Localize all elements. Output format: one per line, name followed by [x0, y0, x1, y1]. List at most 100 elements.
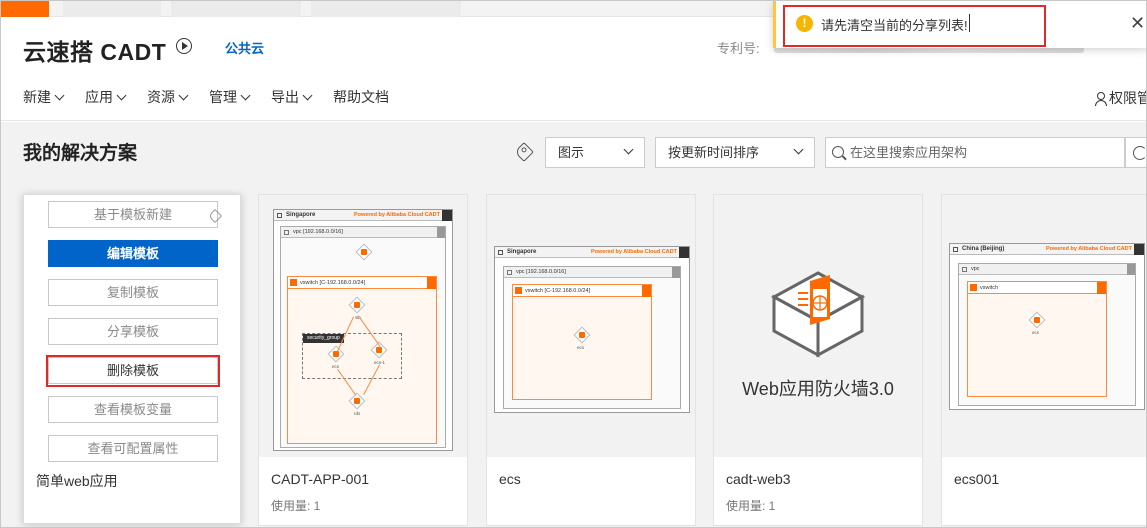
tag-icon[interactable]	[514, 142, 534, 162]
menu-app[interactable]: 应用	[85, 88, 127, 106]
vswitch-label: vswitch [C-192.168.0.0/24]	[525, 288, 591, 294]
warning-icon: !	[796, 15, 813, 32]
menu-resource-label: 资源	[147, 89, 175, 105]
collapse-icon	[642, 285, 651, 297]
warning-toast: ! 请先清空当前的分享列表! ✕	[773, 1, 1146, 48]
tab-placeholder	[171, 1, 301, 17]
menu-resource[interactable]: 资源	[147, 88, 189, 106]
diagram-region: Singapore	[286, 212, 316, 218]
menu-export[interactable]: 导出	[271, 88, 313, 106]
grid-icon	[498, 250, 503, 255]
vpc-label: vpc [192.168.0.0/16]	[293, 229, 343, 235]
slb-icon	[348, 296, 366, 314]
solution-card-ecs001[interactable]: China (Beijing) Powered by Alibaba Cloud …	[941, 194, 1146, 526]
grid-icon	[953, 247, 958, 252]
card-thumbnail: Singapore Powered by Alibaba Cloud CADT v…	[259, 195, 467, 457]
card-thumbnail: Web应用防火墙3.0	[714, 195, 922, 457]
vpc-box: vpc [192.168.0.0/16] vswitch [C-192.168.…	[503, 266, 681, 409]
card-thumbnail: China (Beijing) Powered by Alibaba Cloud …	[942, 195, 1146, 457]
vswitch-icon	[515, 287, 522, 294]
close-icon[interactable]: ✕	[1130, 13, 1145, 34]
chevron-down-icon	[240, 90, 251, 100]
play-icon[interactable]	[176, 38, 192, 54]
menu-manage-label: 管理	[209, 89, 237, 105]
collapse-icon	[442, 210, 452, 221]
collapse-icon	[427, 277, 436, 289]
card-name: ecs	[499, 471, 521, 487]
solution-card-cadt-app-001[interactable]: Singapore Powered by Alibaba Cloud CADT v…	[258, 194, 468, 526]
toast-message: 请先清空当前的分享列表!	[821, 18, 968, 33]
menu-new[interactable]: 新建	[23, 88, 65, 106]
collapse-icon	[672, 267, 680, 278]
chevron-down-icon	[623, 144, 634, 155]
delete-template-button[interactable]: 删除模板	[48, 357, 218, 384]
refresh-button[interactable]	[1125, 137, 1146, 168]
vpc-header: vpc [192.168.0.0/16]	[504, 267, 680, 278]
search-input[interactable]	[850, 145, 1110, 160]
network-node-icon	[355, 243, 373, 261]
patent-label: 专利号:	[717, 41, 760, 56]
menu-help-docs[interactable]: 帮助文档	[333, 88, 389, 106]
vpc-box: vpc vswitch ecs	[958, 263, 1136, 406]
diagram-header: Singapore Powered by Alibaba Cloud CADT	[495, 247, 689, 258]
menu-app-label: 应用	[85, 89, 113, 105]
solution-card-ecs[interactable]: Singapore Powered by Alibaba Cloud CADT v…	[486, 194, 696, 526]
create-from-template-button[interactable]: 基于模板新建	[48, 201, 218, 228]
public-cloud-link[interactable]: 公共云	[225, 38, 264, 57]
chevron-down-icon	[178, 90, 189, 100]
powered-by: Powered by Alibaba Cloud CADT	[591, 249, 677, 255]
vpc-box: vpc [192.168.0.0/16] vswitch [C-192.168.…	[280, 226, 446, 448]
waf-thumb-text: Web应用防火墙3.0	[742, 379, 894, 399]
sort-select[interactable]: 按更新时间排序	[655, 137, 815, 168]
vpc-header: vpc [192.168.0.0/16]	[281, 227, 445, 238]
vswitch-box: vswitch [C-192.168.0.0/24] slb security_…	[287, 276, 437, 444]
architecture-diagram: Singapore Powered by Alibaba Cloud CADT v…	[494, 246, 690, 413]
view-configurable-properties-button[interactable]: 查看可配置属性	[48, 435, 218, 462]
vswitch-header: vswitch [C-192.168.0.0/24]	[513, 285, 651, 297]
chevron-down-icon	[793, 144, 804, 155]
edit-template-button[interactable]: 编辑模板	[48, 240, 218, 267]
solutions-area: 我的解决方案 图示 按更新时间排序 基于模板新建 编辑模板 复制模板 分享模板 …	[1, 122, 1146, 527]
card-usage: 使用量: 1	[271, 499, 321, 513]
card-name: cadt-web3	[726, 471, 791, 487]
ecs-label: ecs	[1032, 330, 1040, 335]
vswitch-header: vswitch [C-192.168.0.0/24]	[288, 277, 436, 289]
vpc-icon	[507, 270, 512, 275]
permission-label: 权限管	[1109, 90, 1147, 106]
powered-by: Powered by Alibaba Cloud CADT	[354, 212, 440, 218]
search-icon	[832, 146, 844, 158]
menu-export-label: 导出	[271, 89, 299, 105]
vpc-label: vpc [192.168.0.0/16]	[516, 269, 566, 275]
vpc-label: vpc	[971, 266, 980, 272]
solution-card-cadt-web3[interactable]: Web应用防火墙3.0 cadt-web3 使用量: 1	[713, 194, 923, 526]
brand-tab	[1, 1, 49, 17]
rds-icon	[348, 392, 366, 410]
chevron-down-icon	[116, 90, 127, 100]
view-template-variables-button[interactable]: 查看模板变量	[48, 396, 218, 423]
security-group-box: security_group ecs ecs-1	[302, 333, 402, 379]
vpc-header: vpc	[959, 264, 1135, 275]
collapse-icon	[1097, 282, 1106, 294]
card-name: ecs001	[954, 471, 1000, 487]
tab-placeholder	[63, 1, 161, 17]
card-name: CADT-APP-001	[271, 471, 370, 487]
card-name: 简单web应用	[36, 473, 118, 489]
menu-manage[interactable]: 管理	[209, 88, 251, 106]
diagram-header: Singapore Powered by Alibaba Cloud CADT	[274, 210, 452, 221]
collapse-icon	[1134, 244, 1144, 255]
view-select[interactable]: 图示	[545, 137, 645, 168]
waf-icon	[770, 271, 866, 358]
vswitch-icon	[290, 279, 297, 286]
grid-icon	[277, 213, 282, 218]
card-thumbnail: Singapore Powered by Alibaba Cloud CADT v…	[487, 195, 695, 457]
architecture-diagram: China (Beijing) Powered by Alibaba Cloud …	[949, 243, 1145, 410]
vswitch-label: vswitch [C-192.168.0.0/24]	[300, 280, 366, 286]
solution-card-simple-web[interactable]: 基于模板新建 编辑模板 复制模板 分享模板 删除模板 查看模板变量 查看可配置属…	[23, 194, 241, 524]
menu-new-label: 新建	[23, 89, 51, 105]
vswitch-box: vswitch ecs	[967, 281, 1107, 397]
view-select-value: 图示	[558, 145, 585, 160]
share-template-button[interactable]: 分享模板	[48, 318, 218, 345]
tab-placeholder	[311, 1, 461, 17]
copy-template-button[interactable]: 复制模板	[48, 279, 218, 306]
permission-menu[interactable]: 权限管	[1095, 88, 1147, 108]
